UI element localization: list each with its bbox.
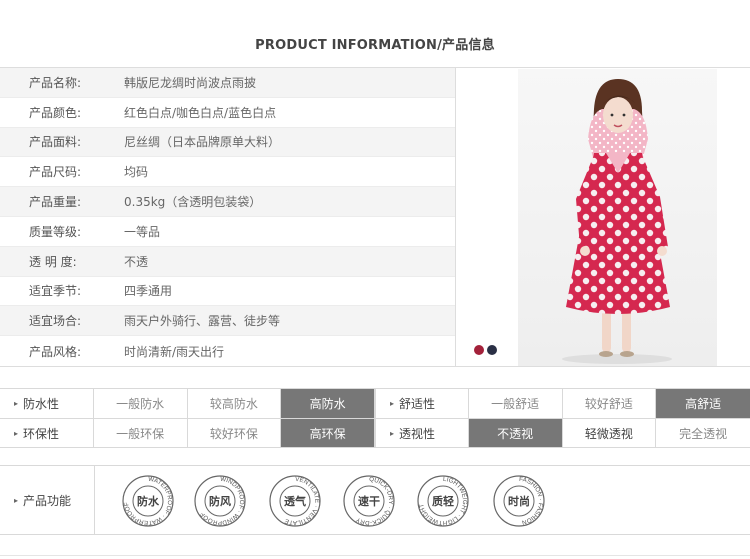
section-title: PRODUCT INFORMATION/产品信息 bbox=[255, 38, 495, 53]
info-value: 不透 bbox=[124, 254, 149, 269]
product-features: ▸ 产品功能 WATERPROOF · WATERPROOF 防水 WINDPROOF… bbox=[0, 465, 750, 535]
option-cell: 较高防水 bbox=[188, 389, 282, 418]
info-value: 雨天户外骑行、露营、徒步等 bbox=[124, 314, 281, 329]
option-cell-selected: 高舒适 bbox=[656, 389, 750, 418]
badge-center-text: 速干 bbox=[358, 494, 380, 508]
badge-center-text: 时尚 bbox=[508, 494, 530, 508]
info-value: 时尚清新/雨天出行 bbox=[124, 344, 225, 359]
option-cell: 轻微透视 bbox=[563, 419, 657, 447]
arrow-bullet-icon: ▸ bbox=[14, 399, 19, 408]
info-row: 产品重量: 0.35kg（含透明包装袋） bbox=[0, 187, 456, 217]
option-cell: 完全透视 bbox=[679, 426, 728, 441]
attribute-label-text: 防水性 bbox=[23, 397, 60, 411]
column-divider bbox=[455, 68, 456, 366]
product-info-panel: 产品名称: 韩版尼龙绸时尚波点雨披 产品颜色: 红色白点/咖色白点/蓝色白点 产品面… bbox=[0, 67, 750, 367]
info-key: 产品风格: bbox=[29, 344, 82, 359]
feature-badge: QUICK-DRY · QUICK-DRY速干 bbox=[343, 475, 395, 527]
feature-badge: VENTILATE · VENTILATE透气 bbox=[269, 475, 321, 527]
option-cell: 一般防水 bbox=[94, 389, 188, 418]
color-swatch-red[interactable] bbox=[474, 345, 484, 355]
option-cell: 一般舒适 bbox=[469, 389, 563, 418]
info-value: 红色白点/咖色白点/蓝色白点 bbox=[124, 105, 277, 120]
info-row: 适宜场合: 雨天户外骑行、露营、徒步等 bbox=[0, 306, 456, 337]
attribute-label: ▸ 环保性 bbox=[0, 419, 94, 447]
option-cell-selected: 不透视 bbox=[468, 419, 563, 447]
option-cell: 较好舒适 bbox=[563, 389, 657, 418]
info-row: 透 明 度: 不透 bbox=[0, 246, 456, 277]
arrow-bullet-icon: ▸ bbox=[389, 428, 394, 438]
attribute-label-text: 环保性 bbox=[23, 426, 60, 441]
attribute-label: ▸ 舒适性 bbox=[374, 389, 469, 418]
color-swatch-navy[interactable] bbox=[487, 345, 497, 355]
badge-center-text: 防水 bbox=[137, 494, 160, 508]
info-key: 适宜场合: bbox=[29, 314, 82, 329]
option-cell: 一般环保 bbox=[94, 419, 188, 447]
divider bbox=[0, 555, 750, 556]
info-key: 产品面料: bbox=[29, 135, 82, 150]
info-row: 产品尺码: 均码 bbox=[0, 157, 456, 188]
product-photo bbox=[518, 69, 717, 366]
features-label-text: 产品功能 bbox=[23, 493, 72, 508]
info-key: 产品名称: bbox=[29, 75, 82, 90]
arrow-bullet-icon: ▸ bbox=[14, 428, 19, 438]
info-row: 适宜季节: 四季通用 bbox=[0, 277, 456, 307]
arrow-bullet-icon: ▸ bbox=[14, 495, 19, 505]
option-cell-selected: 高防水 bbox=[281, 389, 375, 418]
option-cell-selected: 高环保 bbox=[281, 419, 375, 447]
attribute-label-text: 透视性 bbox=[399, 426, 436, 441]
info-row: 产品面料: 尼丝绸（日本品牌原单大料） bbox=[0, 127, 456, 158]
badge-center-text: 透气 bbox=[284, 494, 306, 508]
feature-badge: FASHION · FASHION时尚 bbox=[493, 475, 545, 527]
info-value: 均码 bbox=[124, 165, 149, 180]
attribute-row: ▸ 防水性 一般防水 较高防水 高防水 ▸ 舒适性 一般舒适 较好舒适 高舒适 bbox=[0, 389, 750, 418]
info-key: 产品颜色: bbox=[29, 105, 82, 120]
feature-badge: WINDPROOF · WINDPROOF防风 bbox=[194, 475, 246, 527]
attribute-label-text: 舒适性 bbox=[399, 397, 436, 411]
info-value: 韩版尼龙绸时尚波点雨披 bbox=[124, 75, 257, 90]
info-value: 一等品 bbox=[124, 224, 161, 239]
info-value: 尼丝绸（日本品牌原单大料） bbox=[124, 135, 281, 150]
product-info-table: 产品名称: 韩版尼龙绸时尚波点雨披 产品颜色: 红色白点/咖色白点/蓝色白点 产品面… bbox=[0, 68, 456, 366]
arrow-bullet-icon: ▸ bbox=[389, 399, 394, 408]
info-row: 产品风格: 时尚清新/雨天出行 bbox=[0, 336, 456, 366]
info-key: 产品重量: bbox=[29, 195, 82, 210]
badge-center-text: 防风 bbox=[209, 494, 231, 508]
features-label: ▸ 产品功能 bbox=[0, 466, 95, 534]
model-raincoat-illustration bbox=[562, 79, 672, 364]
badge-center-text: 质轻 bbox=[432, 494, 454, 508]
feature-badge: LIGHTWEIGHT · LIGHTWEIGHT 质轻 bbox=[417, 475, 469, 527]
attribute-row: ▸ 环保性 一般环保 较好环保 高环保 ▸ 透视性 不透视 轻微透视 完全透视 bbox=[0, 418, 750, 447]
attribute-label: ▸ 防水性 bbox=[0, 389, 94, 418]
info-key: 透 明 度: bbox=[29, 254, 77, 269]
info-key: 产品尺码: bbox=[29, 165, 82, 180]
info-row: 产品颜色: 红色白点/咖色白点/蓝色白点 bbox=[0, 98, 456, 128]
info-value: 四季通用 bbox=[124, 284, 173, 299]
info-key: 适宜季节: bbox=[29, 284, 82, 299]
attribute-rating-table: ▸ 防水性 一般防水 较高防水 高防水 ▸ 舒适性 一般舒适 较好舒适 高舒适 ▸ 环… bbox=[0, 388, 750, 448]
info-row: 产品名称: 韩版尼龙绸时尚波点雨披 bbox=[0, 68, 456, 98]
info-row: 质量等级: 一等品 bbox=[0, 217, 456, 247]
attribute-label: ▸ 透视性 bbox=[374, 419, 469, 447]
info-key: 质量等级: bbox=[29, 224, 82, 239]
option-cell: 较好环保 bbox=[188, 419, 282, 447]
info-value: 0.35kg（含透明包装袋） bbox=[124, 195, 262, 210]
feature-badge: WATERPROOF · WATERPROOF 防水 bbox=[122, 475, 174, 527]
